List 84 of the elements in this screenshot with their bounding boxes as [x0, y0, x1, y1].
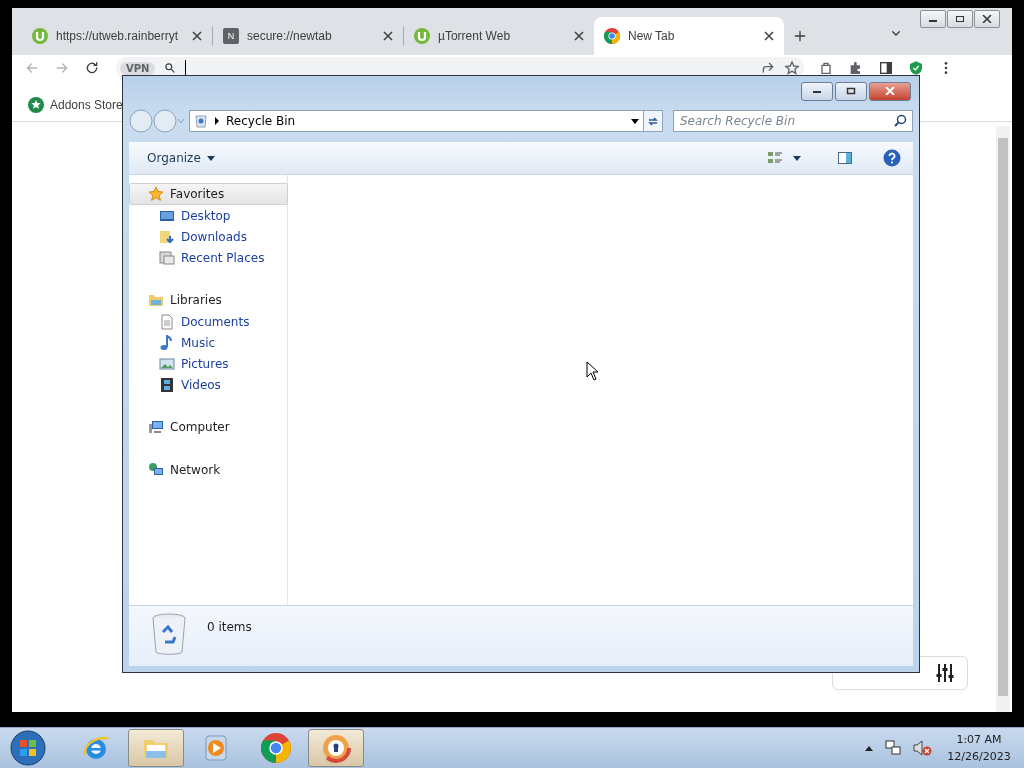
recycle-bin-icon	[194, 114, 208, 128]
sliders-icon	[935, 663, 955, 683]
cursor-icon	[586, 361, 599, 381]
recent-places-icon	[159, 249, 175, 266]
search-icon[interactable]	[163, 61, 178, 75]
clock-time: 1:07 AM	[955, 732, 1003, 748]
minimize-button[interactable]	[801, 81, 833, 101]
maximize-icon	[846, 87, 856, 95]
minimize-icon	[812, 88, 822, 94]
share-icon[interactable]	[760, 60, 776, 76]
preview-pane-icon[interactable]	[837, 150, 853, 166]
organize-menu[interactable]: Organize	[141, 147, 221, 169]
breadcrumb-arrow-icon	[214, 117, 220, 125]
taskbar-app[interactable]	[308, 729, 364, 767]
close-button[interactable]	[974, 10, 1000, 28]
star-icon	[148, 186, 164, 202]
chrome-icon	[604, 28, 620, 44]
extension-lock-icon[interactable]	[818, 60, 834, 76]
utorrent-icon	[414, 28, 430, 44]
film-icon	[159, 376, 175, 393]
nav-item[interactable]: Pictures	[129, 353, 287, 374]
browser-tab[interactable]: N secure://newtab	[213, 17, 403, 55]
minimize-button[interactable]	[920, 10, 946, 28]
shield-icon[interactable]	[908, 60, 924, 76]
music-note-icon	[159, 334, 175, 351]
nav-item[interactable]: Videos	[129, 374, 287, 395]
nav-group[interactable]: Favorites	[129, 183, 288, 205]
scrollbar[interactable]	[996, 126, 1010, 712]
favicon-letter: N	[223, 28, 239, 44]
computer-icon	[148, 419, 164, 435]
picture-icon	[159, 355, 175, 372]
dropdown-caret-icon[interactable]	[793, 155, 801, 161]
bookmark-icon	[28, 97, 44, 113]
bookmark-link[interactable]: Addons Store	[50, 98, 123, 112]
start-orb-icon[interactable]	[10, 730, 46, 766]
search-icon	[894, 114, 907, 127]
item-count: 0 items	[207, 620, 252, 634]
address-bar[interactable]: Recycle Bin	[189, 110, 644, 132]
close-icon[interactable]	[764, 31, 774, 41]
tray-arrow-icon[interactable]	[864, 744, 874, 752]
location-text: Recycle Bin	[226, 114, 296, 128]
refresh-button[interactable]	[643, 110, 663, 132]
side-panel-icon[interactable]	[878, 60, 894, 76]
close-icon[interactable]	[574, 31, 584, 41]
reload-icon[interactable]	[84, 60, 100, 76]
nav-group[interactable]: Libraries	[129, 289, 288, 311]
restore-button[interactable]	[947, 10, 973, 28]
nav-item[interactable]: Music	[129, 332, 287, 353]
browser-tab[interactable]: https://utweb.rainberryt	[22, 17, 212, 55]
vpn-badge[interactable]: VPN	[120, 61, 156, 75]
close-icon[interactable]	[383, 31, 393, 41]
folder-download-icon	[159, 228, 175, 245]
document-icon	[159, 313, 175, 330]
star-icon[interactable]	[784, 60, 800, 76]
chrome-icon	[261, 733, 291, 763]
restore-icon	[955, 15, 965, 23]
shield-lock-icon	[321, 733, 351, 763]
browser-tab[interactable]: µTorrent Web	[404, 17, 594, 55]
recycle-bin-icon	[151, 612, 187, 656]
nav-item[interactable]: Desktop	[129, 205, 287, 226]
nav-item[interactable]: Recent Places	[129, 247, 287, 268]
search-field[interactable]: Search Recycle Bin	[673, 110, 913, 132]
library-folder-icon	[148, 292, 164, 308]
view-options-icon[interactable]	[767, 150, 783, 166]
network-icon	[148, 462, 164, 478]
close-icon	[885, 87, 895, 95]
taskbar-app[interactable]	[128, 729, 184, 767]
nav-group[interactable]: Network	[129, 459, 288, 481]
volume-muted-icon[interactable]	[912, 739, 932, 757]
utorrent-icon	[32, 28, 48, 44]
help-icon[interactable]	[883, 149, 901, 167]
nav-group[interactable]: Computer	[129, 416, 288, 438]
close-icon	[982, 15, 992, 23]
clock-date: 12/26/2023	[946, 749, 1012, 765]
refresh-icon	[647, 115, 659, 127]
nav-item[interactable]: Downloads	[129, 226, 287, 247]
maximize-button[interactable]	[835, 81, 867, 101]
network-icon[interactable]	[884, 739, 902, 757]
nav-item[interactable]: Documents	[129, 311, 287, 332]
browser-tab[interactable]: New Tab	[594, 17, 784, 55]
caret-icon	[206, 155, 215, 161]
new-tab-icon[interactable]	[792, 28, 808, 44]
close-icon[interactable]	[192, 31, 202, 41]
dropdown-caret-icon[interactable]	[631, 118, 639, 124]
